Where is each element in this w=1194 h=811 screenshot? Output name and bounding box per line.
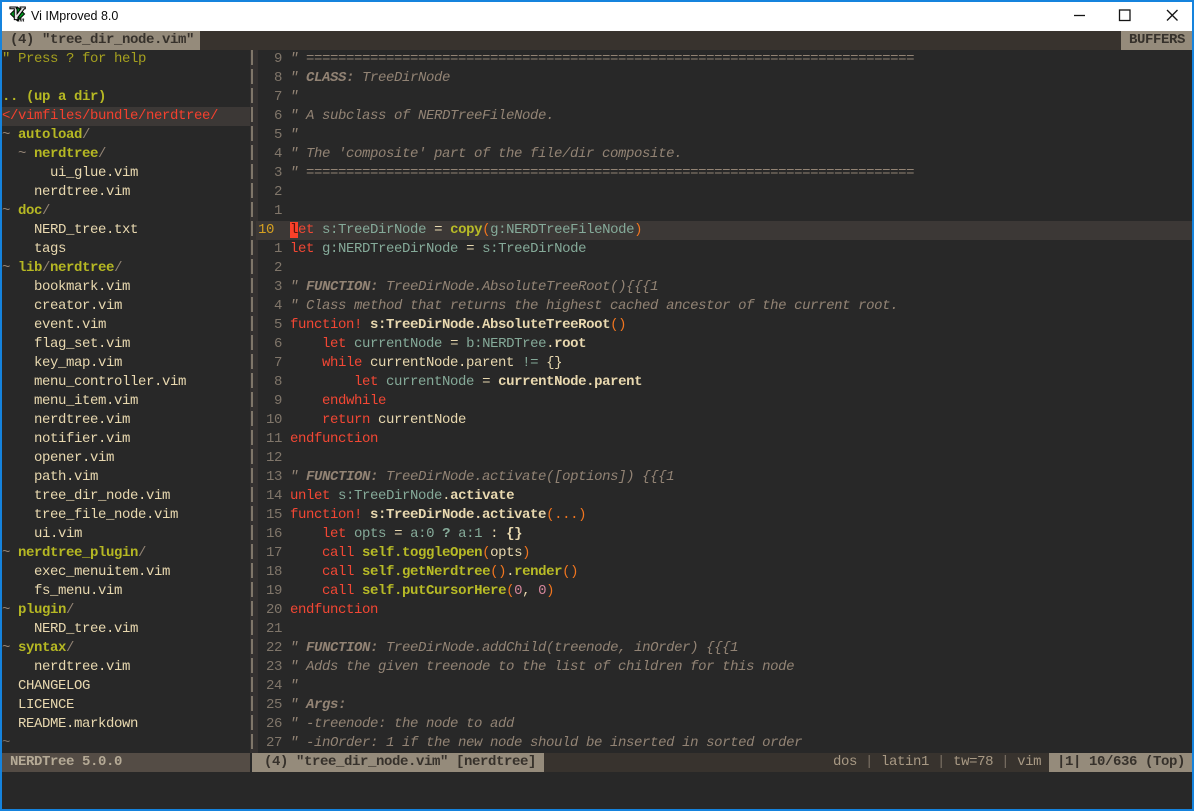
svg-text:im: im	[18, 16, 25, 22]
